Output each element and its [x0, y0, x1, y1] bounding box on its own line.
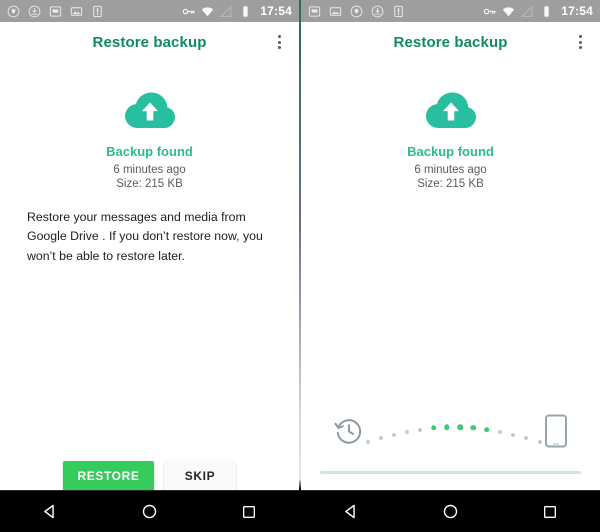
recents-square-icon — [243, 505, 256, 518]
nav-home-button[interactable] — [427, 491, 473, 532]
backup-status-title: Backup found — [106, 144, 193, 159]
status-bar-system-icons: 17:54 — [182, 4, 292, 18]
image-icon — [329, 6, 342, 16]
signal-off-icon — [220, 4, 232, 17]
phone-screen-restore-prompt: 17:54 Restore backup Backup found 6 minu… — [0, 0, 299, 532]
overflow-menu-icon[interactable] — [274, 31, 285, 53]
shield-icon — [350, 5, 363, 17]
battery-icon — [243, 5, 248, 17]
android-nav-bar-right — [301, 490, 600, 532]
shield-icon — [7, 5, 20, 17]
status-bar-left: 17:54 — [0, 0, 299, 22]
image-icon — [70, 6, 83, 16]
vpn-key-icon — [183, 8, 195, 14]
app-bar-right: Restore backup — [301, 22, 600, 62]
backup-timestamp: 6 minutes ago — [113, 164, 186, 176]
status-bar-clock: 17:54 — [260, 4, 292, 18]
transfer-dot — [365, 440, 370, 444]
action-button-row: RESTORE SKIP — [0, 461, 299, 490]
transfer-dot — [405, 430, 410, 435]
status-bar-notification-icons — [7, 5, 182, 18]
battery-icon — [544, 5, 549, 17]
status-bar-right: 17:54 — [301, 0, 600, 22]
restoring-progress-content: Backup found 6 minutes ago Size: 215 KB — [301, 62, 600, 490]
skip-button[interactable]: SKIP — [164, 461, 236, 490]
dual-screenshot-container: 17:54 Restore backup Backup found 6 minu… — [0, 0, 600, 532]
wifi-icon — [202, 6, 214, 16]
nav-home-button[interactable] — [126, 491, 172, 532]
history-restore-icon — [334, 419, 361, 444]
transfer-dot-active — [444, 424, 450, 430]
transfer-dot — [511, 433, 516, 438]
status-bar-clock: 17:54 — [561, 4, 593, 18]
transfer-dot-active — [470, 425, 477, 431]
wifi-icon — [503, 6, 515, 16]
progress-bar-track — [320, 471, 581, 474]
transfer-dot — [537, 440, 542, 444]
transfer-dot — [524, 436, 529, 441]
page-title: Restore backup — [393, 33, 508, 51]
restore-prompt-content: Backup found 6 minutes ago Size: 215 KB … — [0, 62, 299, 490]
sim-card-icon — [394, 5, 403, 17]
status-bar-notification-icons-right — [308, 5, 483, 18]
nav-recents-button[interactable] — [226, 491, 272, 532]
backup-timestamp: 6 minutes ago — [414, 164, 487, 176]
transfer-dots — [365, 414, 542, 448]
download-icon — [28, 5, 41, 17]
backup-status-title: Backup found — [407, 144, 494, 159]
chat-icon — [308, 5, 321, 17]
phone-screen-restoring-progress: 17:54 Restore backup Backup found 6 minu… — [301, 0, 600, 532]
restore-progress-area: Restoring messages (100%) — [301, 403, 600, 490]
restore-description: Restore your messages and media from Goo… — [27, 210, 263, 263]
home-circle-icon — [142, 504, 157, 519]
recents-square-icon — [544, 505, 557, 518]
nav-recents-button[interactable] — [527, 491, 573, 532]
transfer-animation — [301, 403, 600, 459]
transfer-dot — [378, 436, 383, 441]
transfer-dot — [418, 427, 423, 432]
transfer-dot — [391, 433, 396, 438]
back-triangle-icon — [44, 504, 55, 519]
sim-card-icon — [93, 5, 102, 17]
page-title: Restore backup — [92, 33, 207, 51]
transfer-dot-active — [483, 426, 490, 433]
android-nav-bar-left — [0, 490, 299, 532]
backup-size: Size: 215 KB — [116, 178, 183, 190]
cloud-upload-icon — [425, 92, 476, 128]
back-triangle-icon — [345, 504, 356, 519]
backup-size: Size: 215 KB — [417, 178, 484, 190]
transfer-dot-active — [457, 424, 463, 430]
transfer-dot-active — [430, 425, 437, 431]
app-bar-left: Restore backup — [0, 22, 299, 62]
home-circle-icon — [443, 504, 458, 519]
vpn-key-icon — [484, 8, 496, 14]
progress-bar-fill — [320, 471, 581, 474]
cloud-upload-icon — [124, 92, 175, 128]
download-icon — [371, 5, 384, 17]
nav-back-button[interactable] — [27, 491, 73, 532]
overflow-menu-icon[interactable] — [575, 31, 586, 53]
signal-off-icon — [521, 4, 533, 17]
hero-icon-wrap — [301, 90, 600, 132]
smartphone-icon — [544, 414, 567, 448]
nav-back-button[interactable] — [328, 491, 374, 532]
chat-icon — [49, 5, 62, 17]
transfer-dot — [497, 430, 502, 435]
status-bar-system-icons-right: 17:54 — [483, 4, 593, 18]
restore-button[interactable]: RESTORE — [63, 461, 154, 490]
hero-icon-wrap — [0, 90, 299, 132]
